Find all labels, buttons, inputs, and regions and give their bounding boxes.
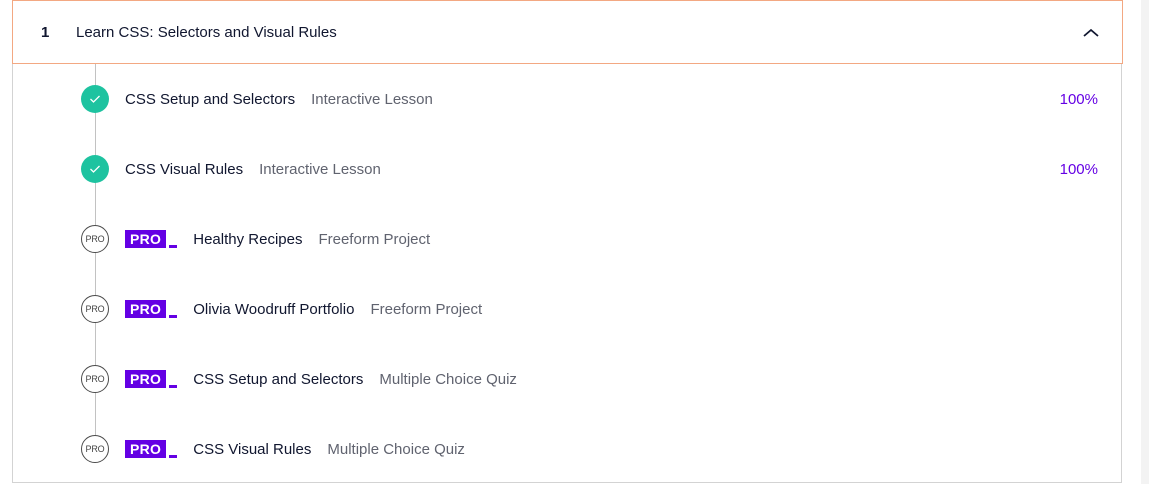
module-title: Learn CSS: Selectors and Visual Rules [76,23,337,41]
pro-label: PRO [125,230,167,248]
module-number: 1 [41,23,50,41]
item-title: CSS Setup and Selectors [193,370,364,388]
pro-tag: PRO [125,300,178,318]
item-type: Multiple Choice Quiz [327,440,465,458]
pro-lock-icon: PRO [81,435,109,463]
pro-tag: PRO [125,230,178,248]
cursor-icon [169,315,178,318]
cursor-icon [169,455,178,458]
progress-percent: 100% [1059,160,1098,178]
pro-label: PRO [125,440,167,458]
check-circle-icon [81,155,109,183]
scrollbar[interactable] [1141,0,1149,484]
pro-label: PRO [125,300,167,318]
pro-lock-icon: PRO [81,225,109,253]
item-type: Freeform Project [318,230,431,248]
cursor-icon [169,245,178,248]
item-title: Healthy Recipes [193,230,303,248]
pro-tag: PRO [125,370,178,388]
cursor-icon [169,385,178,388]
pro-lock-icon: PRO [81,295,109,323]
item-type: Interactive Lesson [311,90,433,108]
item-title: Olivia Woodruff Portfolio [193,300,355,318]
list-item[interactable]: CSS Visual Rules Interactive Lesson 100% [12,149,1122,189]
list-item[interactable]: PRO PRO CSS Visual Rules Multiple Choice… [12,429,1122,469]
pro-tag: PRO [125,440,178,458]
module-header[interactable]: 1 Learn CSS: Selectors and Visual Rules [12,0,1123,64]
pro-label: PRO [125,370,167,388]
item-type: Freeform Project [370,300,483,318]
list-item[interactable]: PRO PRO Olivia Woodruff Portfolio Freefo… [12,289,1122,329]
item-type: Multiple Choice Quiz [379,370,517,388]
item-title: CSS Visual Rules [125,160,244,178]
check-circle-icon [81,85,109,113]
item-title: CSS Visual Rules [193,440,312,458]
item-title: CSS Setup and Selectors [125,90,296,108]
list-item[interactable]: CSS Setup and Selectors Interactive Less… [12,79,1122,119]
list-item[interactable]: PRO PRO CSS Setup and Selectors Multiple… [12,359,1122,399]
item-type: Interactive Lesson [259,160,381,178]
progress-percent: 100% [1059,90,1098,108]
pro-lock-icon: PRO [81,365,109,393]
chevron-up-icon[interactable] [1080,22,1102,44]
list-item[interactable]: PRO PRO Healthy Recipes Freeform Project [12,219,1122,259]
